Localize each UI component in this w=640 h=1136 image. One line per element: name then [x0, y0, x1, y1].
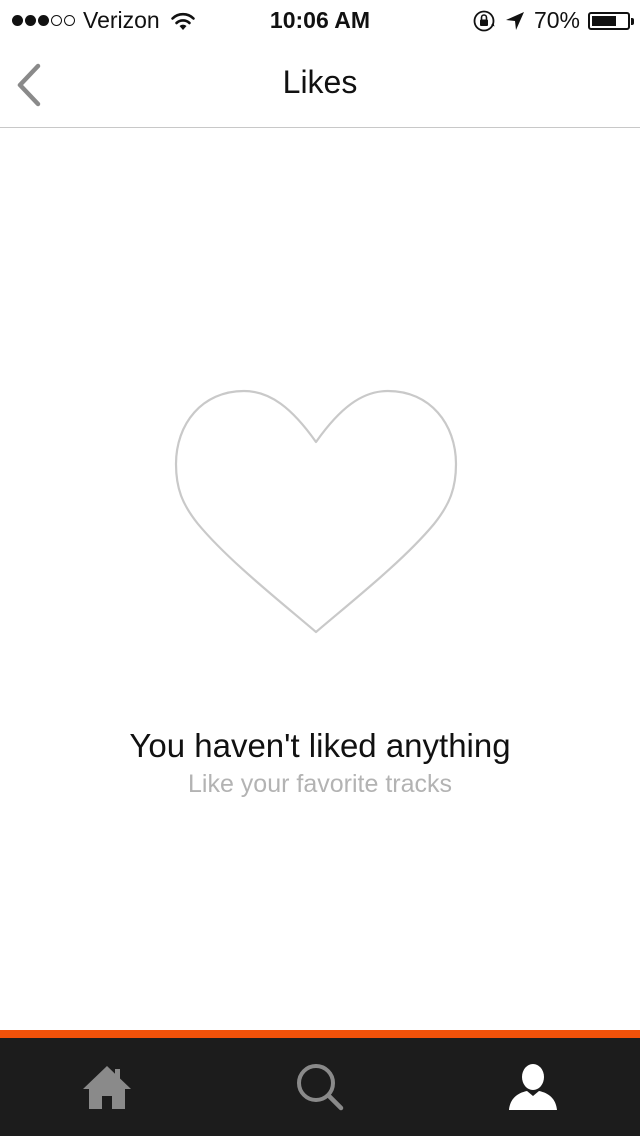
status-bar: Verizon 10:06 AM 70%: [0, 0, 640, 40]
heart-outline-icon: [174, 389, 458, 634]
empty-state-subtitle: Like your favorite tracks: [188, 770, 452, 798]
battery-icon: [588, 11, 634, 30]
status-right: 70%: [472, 7, 634, 34]
empty-state-title: You haven't liked anything: [129, 727, 511, 764]
page-title: Likes: [282, 64, 358, 100]
navigation-bar: Likes: [0, 40, 640, 128]
orientation-lock-icon: [473, 10, 495, 31]
search-icon: [296, 1064, 343, 1111]
tab-bar: [0, 1038, 640, 1136]
tab-profile[interactable]: [426, 1038, 640, 1136]
profile-icon: [509, 1064, 557, 1110]
tab-search[interactable]: [213, 1038, 426, 1136]
tab-home[interactable]: [0, 1038, 213, 1136]
battery-percent: 70%: [533, 7, 580, 33]
tab-bar-accent-line: [0, 1030, 640, 1038]
battery-tip: [631, 17, 634, 25]
location-arrow-icon: [505, 11, 524, 30]
battery-level-fill: [592, 15, 616, 26]
home-icon: [82, 1066, 131, 1109]
